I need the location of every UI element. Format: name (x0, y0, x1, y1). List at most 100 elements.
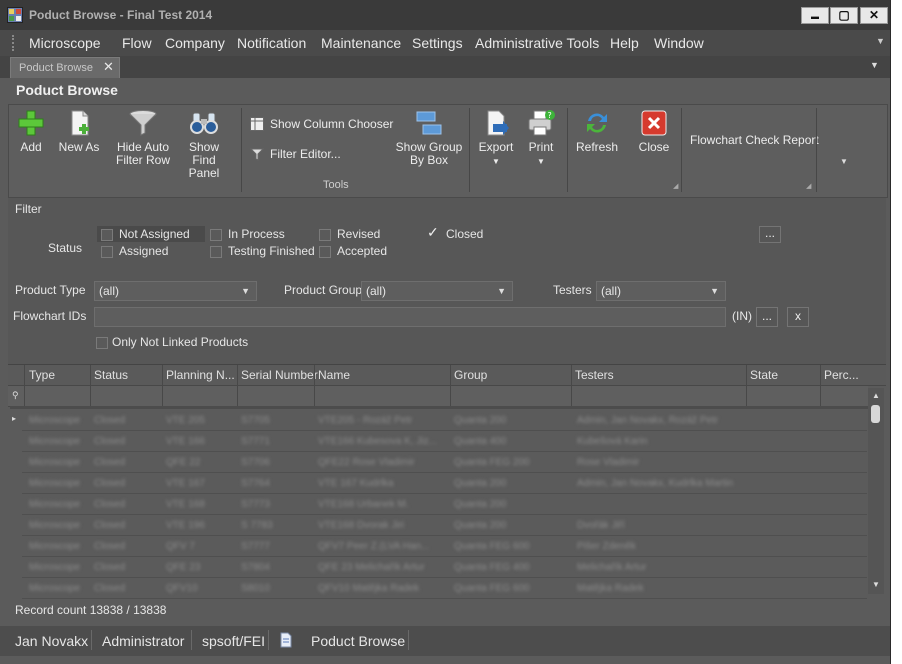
product-type-select[interactable]: (all) ▼ (94, 281, 257, 301)
grid-cell[interactable]: Closed (94, 499, 125, 510)
grid-cell[interactable]: VTE 167 Kudrlka (318, 478, 394, 489)
tab-close-icon[interactable]: ✕ (103, 59, 114, 75)
grid-cell[interactable]: VTE 166 (166, 436, 205, 447)
show-find-panel-button[interactable]: Show Find Panel (176, 109, 232, 180)
grid-cell[interactable]: VTE 196 (166, 520, 205, 531)
hide-auto-filter-row-button[interactable]: Hide Auto Filter Row (114, 109, 172, 167)
grid-cell[interactable]: Quanta FEG 600 (454, 583, 530, 594)
grid-cell[interactable]: Quanta 200 (454, 478, 506, 489)
grid-cell[interactable]: Closed (94, 583, 125, 594)
close-window-button[interactable]: ✕ (860, 7, 888, 24)
menu-microscope[interactable]: Microscope (29, 35, 101, 51)
flowchart-check-report-button[interactable]: Flowchart Check Report (690, 133, 819, 147)
assigned-checkbox[interactable] (101, 246, 113, 258)
column-header-percent[interactable]: Perc... (824, 368, 859, 382)
grid-cell[interactable]: Quanta FEG 600 (454, 541, 530, 552)
grid-cell[interactable]: Quanta 400 (454, 436, 506, 447)
grid-cell[interactable]: Quanta FEG 400 (454, 562, 530, 573)
report-dialog-launcher-icon[interactable]: ◢ (806, 182, 811, 190)
grid-cell[interactable]: QFV 7 (166, 541, 195, 552)
grid-cell[interactable]: Closed (94, 520, 125, 531)
column-header-planning-n[interactable]: Planning N... (166, 368, 235, 382)
grid-cell[interactable]: Microscope (29, 457, 80, 468)
flowchart-ids-clear-button[interactable]: x (787, 307, 809, 327)
column-header-group[interactable]: Group (454, 368, 487, 382)
grid-cell[interactable]: Closed (94, 415, 125, 426)
column-header-status[interactable]: Status (94, 368, 128, 382)
show-group-by-box-button[interactable]: Show Group By Box (394, 109, 464, 167)
scroll-down-icon[interactable]: ▼ (872, 580, 880, 589)
grid-cell[interactable]: Rose Vladimir (577, 457, 639, 468)
auto-filter-row[interactable] (8, 386, 868, 407)
grid-cell[interactable]: Quanta FEG 200 (454, 457, 530, 468)
grid-cell[interactable]: VTE168 Urbanek M. (318, 499, 409, 510)
menu-administrative-tools[interactable]: Administrative Tools (475, 35, 599, 51)
grid-cell[interactable]: Quanta 200 (454, 415, 506, 426)
grid-cell[interactable]: S 7783 (241, 520, 273, 531)
grid-cell[interactable]: VTE166 Kubesova K, Jiz... (318, 436, 437, 447)
tab-list-dropdown-icon[interactable]: ▼ (870, 60, 879, 70)
grid-cell[interactable]: Microscope (29, 541, 80, 552)
grid-cell[interactable]: QFE 22 (166, 457, 200, 468)
minimize-button[interactable]: ▬ (801, 7, 829, 24)
export-button[interactable]: Export ▼ (476, 109, 516, 168)
menu-flow[interactable]: Flow (122, 35, 152, 51)
grid-cell[interactable]: QFE 23 Melichařík Artur (318, 562, 425, 573)
testing-finished-checkbox[interactable] (210, 246, 222, 258)
grid-cell[interactable]: Microscope (29, 478, 80, 489)
flowchart-ids-input[interactable] (94, 307, 726, 327)
grid-cell[interactable]: Closed (94, 457, 125, 468)
grid-cell[interactable]: VTE168 Dvorak Jiri (318, 520, 404, 531)
grid-cell[interactable]: QFV10 Matějka Radek (318, 583, 419, 594)
ribbon-expand-icon[interactable]: ▼ (840, 157, 848, 166)
only-not-linked-checkbox[interactable] (96, 337, 108, 349)
grid-cell[interactable]: VTE 167 (166, 478, 205, 489)
grid-cell[interactable]: Admin, Jan Novakx, Kudrlka Martin (577, 478, 733, 489)
add-button[interactable]: Add (16, 109, 46, 154)
print-button[interactable]: ? Print ▼ (522, 109, 560, 168)
grid-cell[interactable]: Kubešová Karin (577, 436, 648, 447)
status-more-button[interactable]: ... (759, 226, 781, 243)
column-header-testers[interactable]: Testers (575, 368, 614, 382)
grid-cell[interactable]: VTE 168 (166, 499, 205, 510)
grid-cell[interactable]: Closed (94, 478, 125, 489)
grid-cell[interactable]: Closed (94, 562, 125, 573)
grid-cell[interactable]: Melichařík Artur (577, 562, 646, 573)
product-group-select[interactable]: (all) ▼ (361, 281, 513, 301)
new-as-button[interactable]: New As (58, 109, 100, 154)
maximize-button[interactable]: ▢ (830, 7, 858, 24)
close-button[interactable]: Close (636, 109, 672, 154)
grid-cell[interactable]: QFV10 (166, 583, 198, 594)
column-header-serial-number[interactable]: Serial Number (241, 368, 318, 382)
not-assigned-checkbox[interactable] (101, 229, 113, 241)
grid-cell[interactable]: S7777 (241, 541, 270, 552)
grid-cell[interactable]: Admin, Jan Novakx, Rozáž Petr (577, 415, 718, 426)
grid-cell[interactable]: Quanta 200 (454, 520, 506, 531)
grid-cell[interactable]: Microscope (29, 415, 80, 426)
grid-cell[interactable]: QFE 23 (166, 562, 200, 573)
grid-cell[interactable]: Pišer Zdeněk (577, 541, 636, 552)
export-dropdown-icon[interactable]: ▼ (492, 157, 500, 166)
grid-cell[interactable]: S7705 (241, 415, 270, 426)
grid-cell[interactable]: S7706 (241, 457, 270, 468)
column-header-name[interactable]: Name (318, 368, 350, 382)
grid-cell[interactable]: Microscope (29, 562, 80, 573)
accepted-checkbox[interactable] (319, 246, 331, 258)
grid-cell[interactable]: QFE22 Rose Vladimir (318, 457, 415, 468)
menu-grip[interactable] (12, 35, 17, 51)
grid-cell[interactable]: S8010 (241, 583, 270, 594)
menu-settings[interactable]: Settings (412, 35, 463, 51)
grid-cell[interactable]: Dvořák Jiří (577, 520, 625, 531)
in-process-checkbox[interactable] (210, 229, 222, 241)
grid-cell[interactable]: VTE 205 (166, 415, 205, 426)
flowchart-ids-more-button[interactable]: ... (756, 307, 778, 327)
grid-cell[interactable]: S7764 (241, 478, 270, 489)
grid-cell[interactable]: S7773 (241, 499, 270, 510)
scrollbar-thumb[interactable] (871, 405, 880, 423)
closed-checkbox[interactable]: ✓ (427, 224, 439, 240)
testers-select[interactable]: (all) ▼ (596, 281, 726, 301)
column-header-state[interactable]: State (750, 368, 778, 382)
menu-help[interactable]: Help (610, 35, 639, 51)
grid-cell[interactable]: Microscope (29, 499, 80, 510)
refresh-button[interactable]: Refresh (574, 109, 620, 154)
